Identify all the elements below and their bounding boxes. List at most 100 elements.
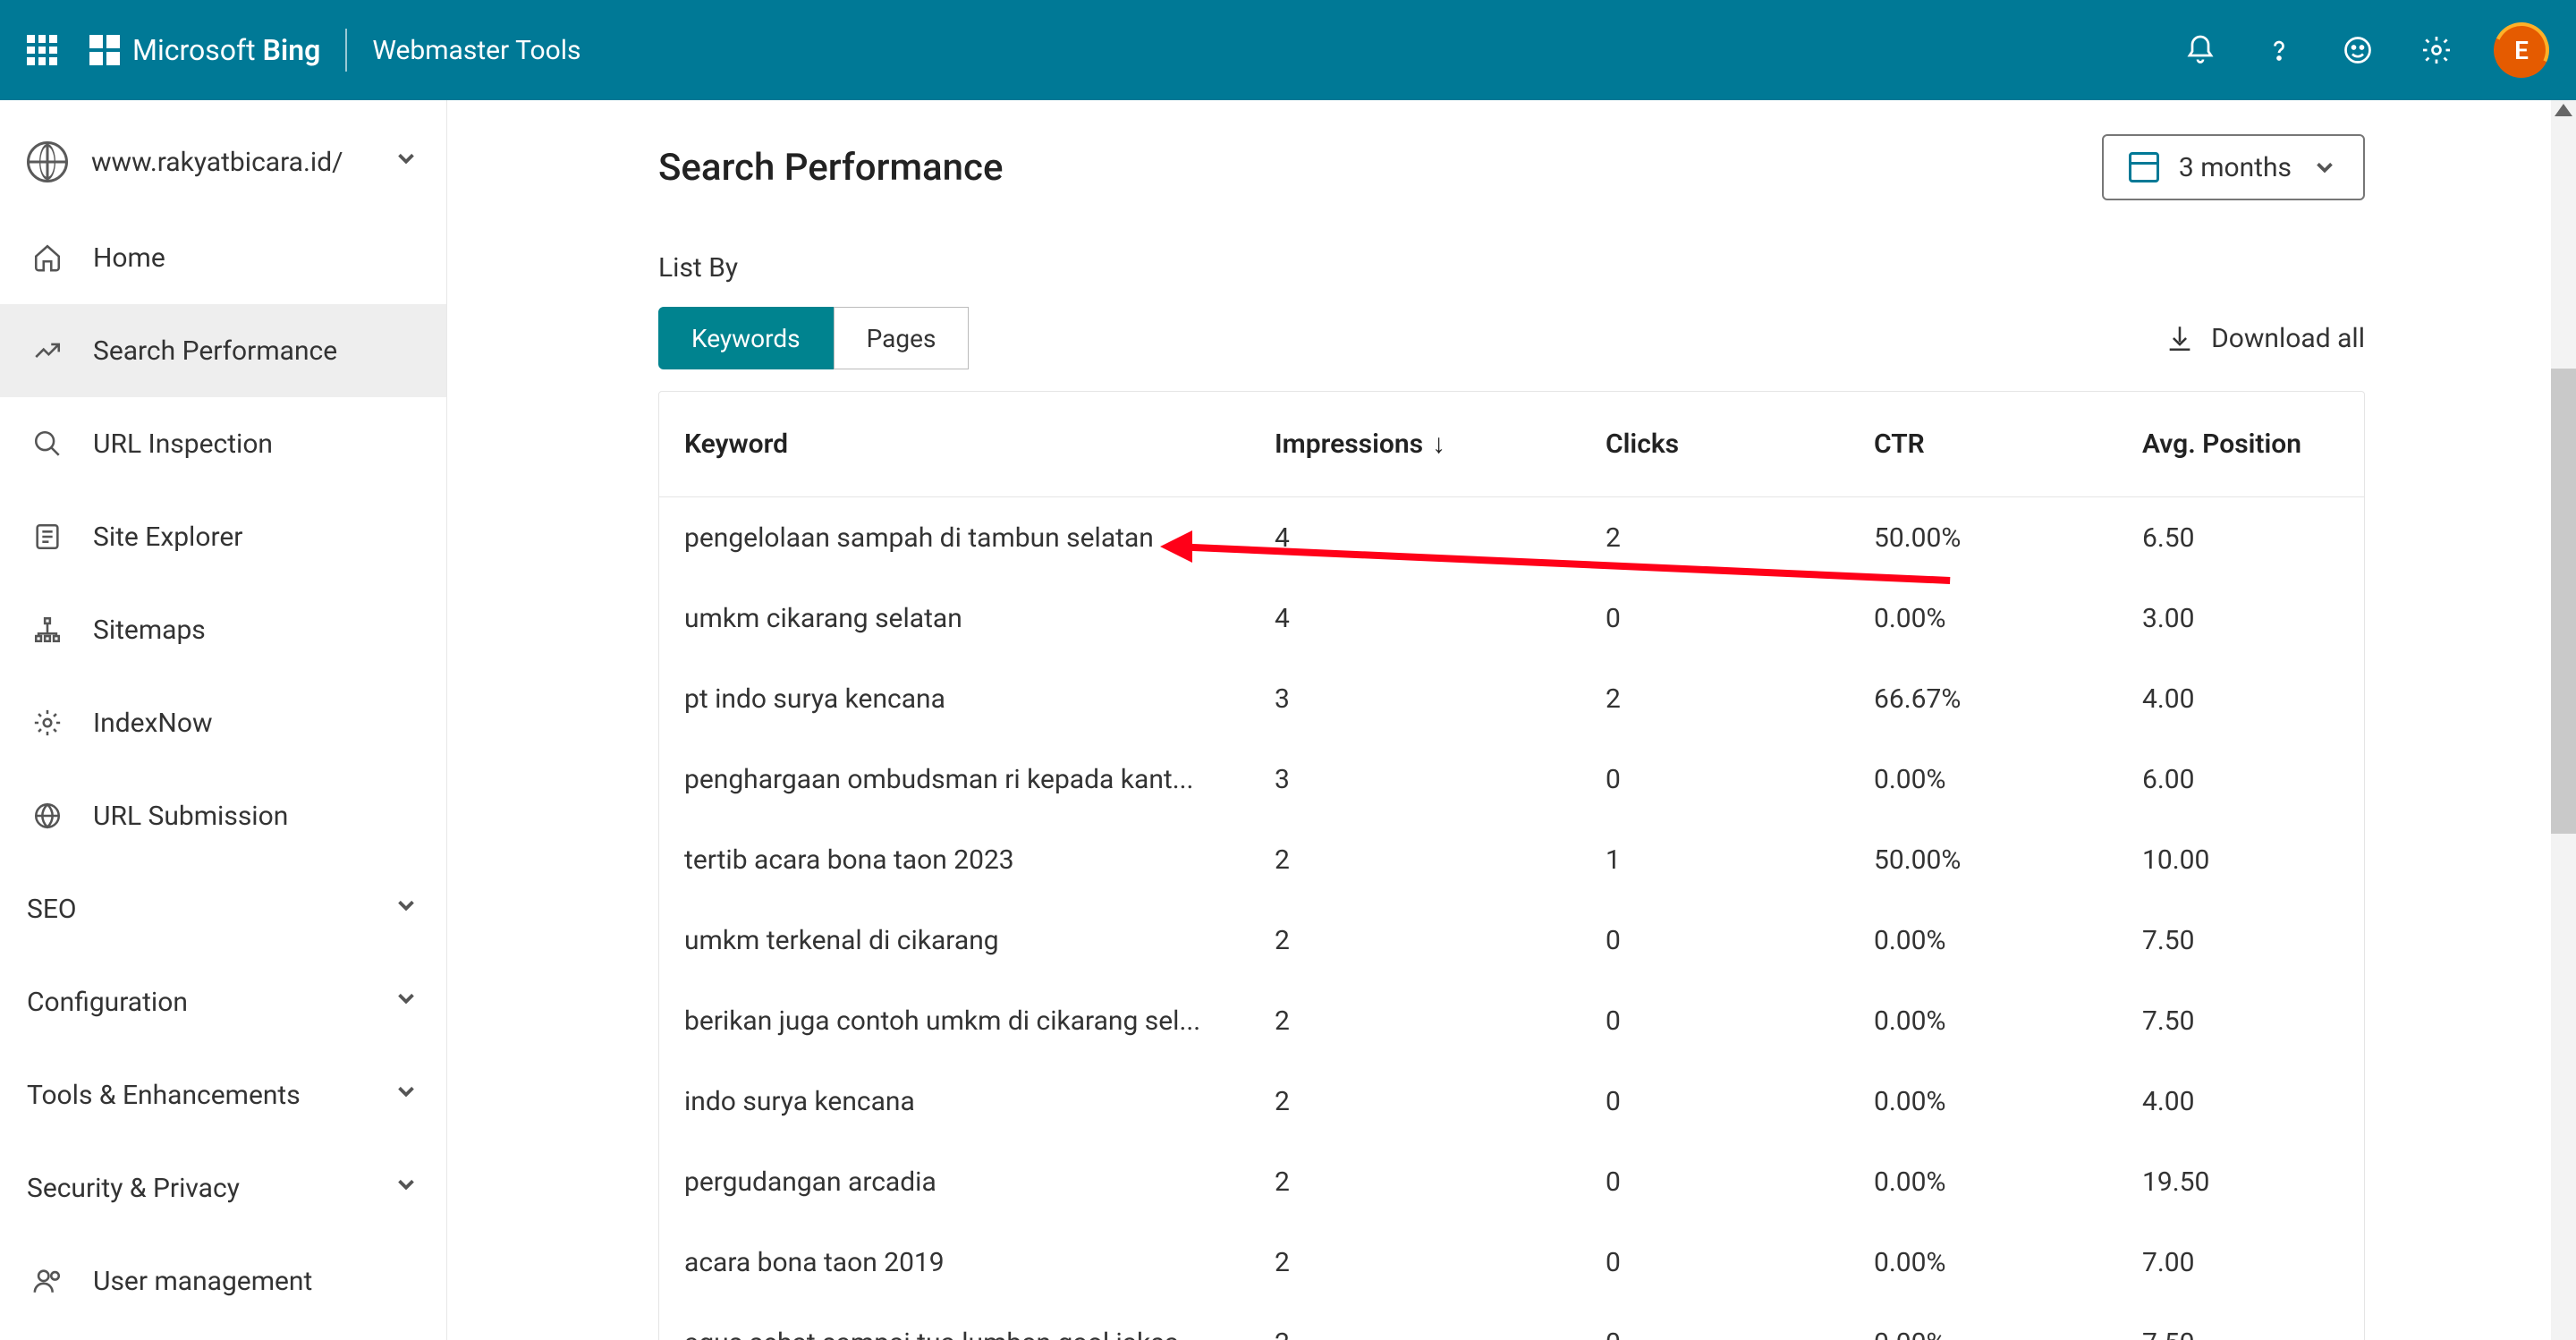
sidebar-item-configuration[interactable]: Configuration — [0, 955, 446, 1048]
table-row[interactable]: penghargaan ombudsman ri kepada kant...3… — [659, 739, 2364, 819]
sidebar-item-label: IndexNow — [93, 708, 213, 739]
sidebar-item-indexnow[interactable]: IndexNow — [0, 676, 446, 769]
col-keyword[interactable]: Keyword — [684, 428, 1275, 460]
site-selector[interactable]: www.rakyatbicara.id/ — [0, 125, 446, 211]
table-row[interactable]: pt indo surya kencana3266.67%4.00 — [659, 658, 2364, 739]
cell-ctr: 50.00% — [1874, 522, 2142, 554]
col-ctr[interactable]: CTR — [1874, 428, 2142, 460]
col-avg-position[interactable]: Avg. Position — [2142, 428, 2464, 460]
col-impressions[interactable]: Impressions↓ — [1275, 428, 1606, 460]
sidebar-item-clarity[interactable]: Microsoft Clarity — [0, 1327, 446, 1340]
sidebar-item-label: Sitemaps — [93, 615, 206, 646]
sidebar-item-seo[interactable]: SEO — [0, 862, 446, 955]
cell-clicks: 0 — [1606, 1247, 1874, 1278]
table-row[interactable]: umkm terkenal di cikarang200.00%7.50 — [659, 900, 2364, 980]
chevron-down-icon — [393, 1171, 419, 1205]
cell-avg-position: 19.50 — [2142, 1166, 2464, 1198]
sidebar-item-home[interactable]: Home — [0, 211, 446, 304]
cell-ctr: 0.00% — [1874, 1327, 2142, 1340]
cell-clicks: 0 — [1606, 764, 1874, 795]
home-icon — [27, 242, 68, 273]
table-row[interactable]: umkm cikarang selatan400.00%3.00 — [659, 578, 2364, 658]
globe-icon — [27, 141, 68, 182]
help-icon[interactable] — [2252, 23, 2306, 77]
cell-ctr: 0.00% — [1874, 1166, 2142, 1198]
cell-impressions: 2 — [1275, 1086, 1606, 1117]
table-row[interactable]: indo surya kencana200.00%4.00 — [659, 1061, 2364, 1141]
cell-ctr: 0.00% — [1874, 1005, 2142, 1037]
notifications-icon[interactable] — [2174, 23, 2227, 77]
scroll-up-icon — [2555, 104, 2572, 116]
cell-ctr: 0.00% — [1874, 1247, 2142, 1278]
tab-keywords[interactable]: Keywords — [658, 307, 834, 369]
table-header-row: Keyword Impressions↓ Clicks CTR Avg. Pos… — [659, 392, 2364, 497]
sidebar-item-security[interactable]: Security & Privacy — [0, 1141, 446, 1234]
sidebar-item-label: SEO — [27, 894, 77, 925]
cell-clicks: 0 — [1606, 1005, 1874, 1037]
feedback-icon[interactable] — [2331, 23, 2385, 77]
sidebar-item-site-explorer[interactable]: Site Explorer — [0, 490, 446, 583]
table-row[interactable]: pergudangan arcadia200.00%19.50 — [659, 1141, 2364, 1222]
download-icon — [2165, 323, 2195, 353]
scroll-thumb[interactable] — [2551, 369, 2576, 834]
cell-clicks: 2 — [1606, 683, 1874, 715]
cell-ctr: 66.67% — [1874, 683, 2142, 715]
product-name[interactable]: Webmaster Tools — [372, 35, 580, 66]
cell-clicks: 0 — [1606, 603, 1874, 634]
sidebar-item-label: User management — [93, 1266, 312, 1297]
cell-clicks: 0 — [1606, 1086, 1874, 1117]
cell-impressions: 2 — [1275, 1327, 1606, 1340]
scrollbar[interactable] — [2551, 100, 2576, 1340]
main-content: Search Performance 3 months List By Keyw… — [447, 100, 2576, 1340]
chevron-down-icon — [393, 145, 419, 179]
brand-logo[interactable]: Microsoft Bing — [89, 33, 320, 67]
sidebar-item-search-performance[interactable]: Search Performance — [0, 304, 446, 397]
cell-keyword: umkm cikarang selatan — [684, 603, 1275, 634]
sidebar-item-label: Site Explorer — [93, 522, 242, 553]
table-row[interactable]: berikan juga contoh umkm di cikarang sel… — [659, 980, 2364, 1061]
sidebar-item-label: Home — [93, 242, 165, 274]
settings-icon[interactable] — [2410, 23, 2463, 77]
cell-keyword: umkm terkenal di cikarang — [684, 925, 1275, 956]
sidebar-item-sitemaps[interactable]: Sitemaps — [0, 583, 446, 676]
chevron-down-icon — [393, 985, 419, 1019]
sidebar-item-label: Tools & Enhancements — [27, 1080, 301, 1111]
brand-name: Bing — [263, 33, 321, 67]
sidebar-item-url-submission[interactable]: URL Submission — [0, 769, 446, 862]
sidebar-item-tools[interactable]: Tools & Enhancements — [0, 1048, 446, 1141]
cell-ctr: 0.00% — [1874, 603, 2142, 634]
cell-avg-position: 7.00 — [2142, 1247, 2464, 1278]
table-row[interactable]: pengelolaan sampah di tambun selatan4250… — [659, 497, 2364, 578]
brand-prefix: Microsoft — [132, 33, 256, 67]
user-avatar[interactable]: E — [2486, 14, 2556, 85]
cell-clicks: 1 — [1606, 844, 1874, 876]
tab-pages[interactable]: Pages — [834, 307, 970, 369]
col-clicks[interactable]: Clicks — [1606, 428, 1874, 460]
user-icon — [27, 1266, 68, 1296]
chevron-down-icon — [393, 892, 419, 926]
performance-icon — [27, 335, 68, 366]
sidebar: www.rakyatbicara.id/ Home Search Perform… — [0, 100, 447, 1340]
app-launcher-icon[interactable] — [27, 35, 57, 65]
sidebar-item-user-management[interactable]: User management — [0, 1234, 446, 1327]
cell-avg-position: 7.50 — [2142, 925, 2464, 956]
cell-avg-position: 6.50 — [2142, 522, 2464, 554]
table-row[interactable]: agus sehat sampai tua lumban gaol jaksa2… — [659, 1302, 2364, 1340]
chevron-down-icon — [2311, 154, 2338, 181]
download-all-button[interactable]: Download all — [2165, 323, 2365, 354]
download-label: Download all — [2211, 323, 2365, 354]
cell-clicks: 0 — [1606, 925, 1874, 956]
site-domain: www.rakyatbicara.id/ — [91, 147, 343, 178]
cell-avg-position: 10.00 — [2142, 844, 2464, 876]
sidebar-item-label: Search Performance — [93, 335, 337, 367]
sitemap-icon — [27, 615, 68, 645]
cell-ctr: 0.00% — [1874, 925, 2142, 956]
page-title: Search Performance — [658, 146, 1003, 190]
date-range-selector[interactable]: 3 months — [2102, 134, 2365, 200]
table-row[interactable]: acara bona taon 2019200.00%7.00 — [659, 1222, 2364, 1302]
table-row[interactable]: tertib acara bona taon 20232150.00%10.00 — [659, 819, 2364, 900]
sidebar-item-url-inspection[interactable]: URL Inspection — [0, 397, 446, 490]
cell-keyword: pt indo surya kencana — [684, 683, 1275, 715]
sidebar-item-label: Configuration — [27, 987, 188, 1018]
globe-icon — [27, 801, 68, 831]
